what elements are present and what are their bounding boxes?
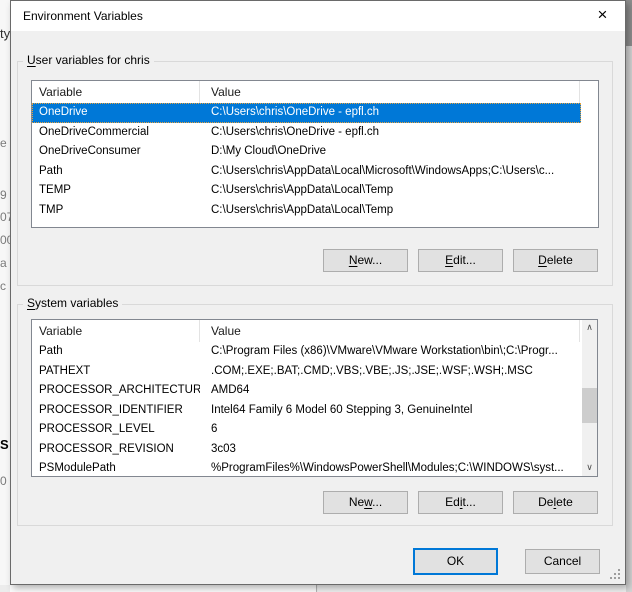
cancel-button[interactable]: Cancel xyxy=(525,549,600,574)
column-header-value[interactable]: Value xyxy=(200,81,580,103)
close-button[interactable]: × xyxy=(580,1,625,31)
variable-cell: OneDrive xyxy=(32,103,200,123)
edit-user-variable-button[interactable]: Edit... xyxy=(418,249,503,272)
table-row[interactable]: PROCESSOR_ARCHITECTUREAMD64 xyxy=(32,381,581,401)
table-row[interactable]: OneDriveC:\Users\chris\OneDrive - epfl.c… xyxy=(32,103,581,123)
variable-cell: PATHEXT xyxy=(32,362,200,382)
variable-cell: PROCESSOR_LEVEL xyxy=(32,420,200,440)
value-cell: C:\Users\chris\AppData\Local\Temp xyxy=(200,201,581,221)
system-variables-legend: System variables xyxy=(23,296,122,310)
scroll-down-button[interactable]: ∨ xyxy=(582,460,597,476)
list-header: Variable Value xyxy=(32,81,598,103)
table-row[interactable]: PROCESSOR_IDENTIFIERIntel64 Family 6 Mod… xyxy=(32,401,581,421)
background-window-bottom-right xyxy=(318,585,626,592)
background-right-strip-bottom xyxy=(626,46,632,592)
dialog-title: Environment Variables xyxy=(23,1,143,31)
table-row[interactable]: PathC:\Users\chris\AppData\Local\Microso… xyxy=(32,162,581,182)
table-row[interactable]: TEMPC:\Users\chris\AppData\Local\Temp xyxy=(32,181,581,201)
button-label: Edit... xyxy=(445,495,476,509)
value-cell: C:\Users\chris\AppData\Local\Temp xyxy=(200,181,581,201)
column-header-variable[interactable]: Variable xyxy=(32,320,200,342)
delete-user-variable-button[interactable]: Delete xyxy=(513,249,598,272)
table-row[interactable]: PathC:\Program Files (x86)\VMware\VMware… xyxy=(32,342,581,362)
variable-cell: TMP xyxy=(32,201,200,221)
value-cell: C:\Program Files (x86)\VMware\VMware Wor… xyxy=(200,342,581,362)
variable-cell: Path xyxy=(32,342,200,362)
variable-cell: PROCESSOR_IDENTIFIER xyxy=(32,401,200,421)
delete-system-variable-button[interactable]: Delete xyxy=(513,491,598,514)
value-cell: C:\Users\chris\OneDrive - epfl.ch xyxy=(200,103,581,123)
chevron-down-icon: ∨ xyxy=(586,462,593,472)
background-text-fragment: S xyxy=(0,437,9,452)
table-row[interactable]: PROCESSOR_REVISION3c03 xyxy=(32,440,581,460)
value-cell: D:\My Cloud\OneDrive xyxy=(200,142,581,162)
background-text-fragment: 0 xyxy=(0,474,7,488)
close-icon: × xyxy=(598,5,608,24)
value-cell: AMD64 xyxy=(200,381,581,401)
background-text-fragment: e xyxy=(0,136,7,150)
table-row[interactable]: OneDriveConsumerD:\My Cloud\OneDrive xyxy=(32,142,581,162)
edit-system-variable-button[interactable]: Edit... xyxy=(418,491,503,514)
environment-variables-dialog: Environment Variables × User variables f… xyxy=(10,0,626,585)
button-label: Delete xyxy=(538,495,573,509)
system-variables-list[interactable]: Variable Value PathC:\Program Files (x86… xyxy=(31,319,598,477)
title-bar[interactable]: Environment Variables × xyxy=(11,1,625,31)
variable-cell: TEMP xyxy=(32,181,200,201)
value-cell: Intel64 Family 6 Model 60 Stepping 3, Ge… xyxy=(200,401,581,421)
table-row[interactable]: PSModulePath%ProgramFiles%\WindowsPowerS… xyxy=(32,459,581,477)
background-window-left-edge: tye90700acS0 xyxy=(0,0,10,585)
background-text-fragment: 9 xyxy=(0,188,7,202)
scrollbar-thumb[interactable] xyxy=(582,388,597,423)
new-user-variable-button[interactable]: New... xyxy=(323,249,408,272)
value-cell: C:\Users\chris\AppData\Local\Microsoft\W… xyxy=(200,162,581,182)
background-text-fragment: a xyxy=(0,256,7,270)
variable-cell: PROCESSOR_REVISION xyxy=(32,440,200,460)
user-variables-legend: User variables for chris xyxy=(23,53,154,67)
new-system-variable-button[interactable]: New... xyxy=(323,491,408,514)
resize-grip-icon[interactable] xyxy=(610,569,620,579)
chevron-up-icon: ∧ xyxy=(586,322,593,332)
background-text-fragment: ty xyxy=(0,26,10,41)
user-variables-list[interactable]: Variable Value OneDriveC:\Users\chris\On… xyxy=(31,80,599,228)
table-row[interactable]: PATHEXT.COM;.EXE;.BAT;.CMD;.VBS;.VBE;.JS… xyxy=(32,362,581,382)
variable-cell: OneDriveConsumer xyxy=(32,142,200,162)
column-header-value[interactable]: Value xyxy=(200,320,580,342)
button-label: Delete xyxy=(538,253,573,267)
column-header-variable[interactable]: Variable xyxy=(32,81,200,103)
list-header: Variable Value xyxy=(32,320,597,342)
variable-cell: Path xyxy=(32,162,200,182)
background-right-strip-top xyxy=(626,0,632,46)
background-text-fragment: c xyxy=(0,279,6,293)
ok-button[interactable]: OK xyxy=(413,548,498,575)
table-row[interactable]: PROCESSOR_LEVEL6 xyxy=(32,420,581,440)
variable-cell: PSModulePath xyxy=(32,459,200,477)
value-cell: %ProgramFiles%\WindowsPowerShell\Modules… xyxy=(200,459,581,477)
scroll-up-button[interactable]: ∧ xyxy=(582,320,597,336)
button-label: New... xyxy=(349,495,382,509)
button-label: New... xyxy=(349,253,382,267)
button-label: Edit... xyxy=(445,253,476,267)
value-cell: C:\Users\chris\OneDrive - epfl.ch xyxy=(200,123,581,143)
value-cell: 3c03 xyxy=(200,440,581,460)
table-row[interactable]: TMPC:\Users\chris\AppData\Local\Temp xyxy=(32,201,581,221)
variable-cell: OneDriveCommercial xyxy=(32,123,200,143)
table-row[interactable]: OneDriveCommercialC:\Users\chris\OneDriv… xyxy=(32,123,581,143)
vertical-scrollbar[interactable]: ∧ ∨ xyxy=(582,320,597,476)
variable-cell: PROCESSOR_ARCHITECTURE xyxy=(32,381,200,401)
value-cell: 6 xyxy=(200,420,581,440)
background-window-bottom-left xyxy=(10,585,317,592)
value-cell: .COM;.EXE;.BAT;.CMD;.VBS;.VBE;.JS;.JSE;.… xyxy=(200,362,581,382)
